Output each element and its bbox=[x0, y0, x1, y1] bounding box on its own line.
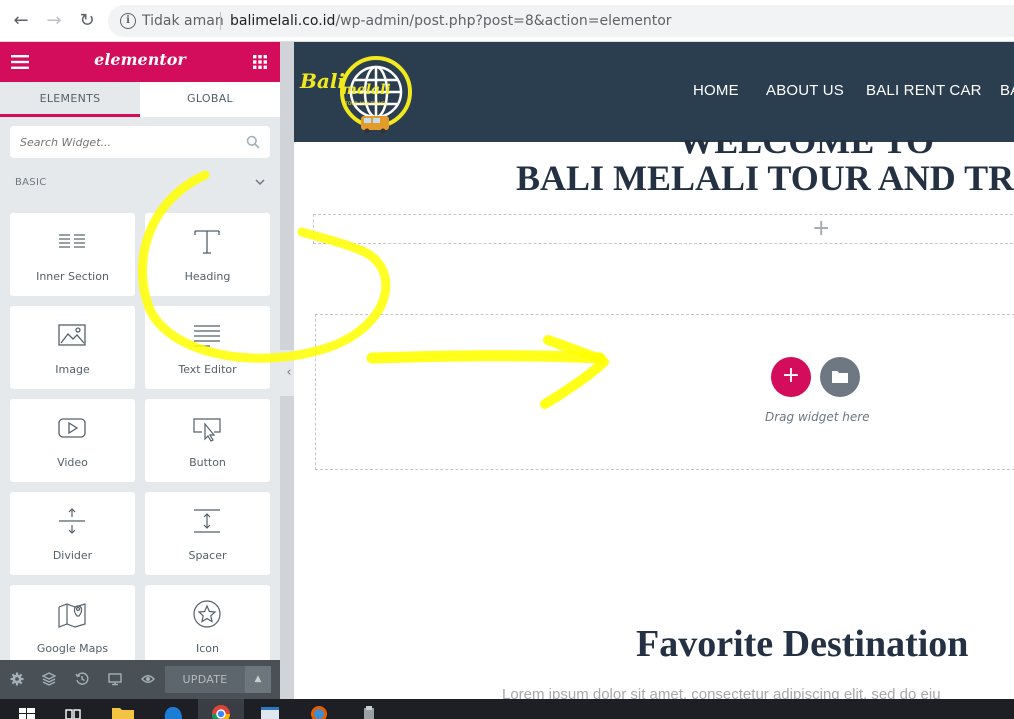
elementor-logo: elementor bbox=[94, 50, 186, 69]
menu-about-us[interactable]: ABOUT US bbox=[766, 82, 844, 99]
tab-elements[interactable]: ELEMENTS bbox=[0, 82, 140, 117]
widget-label: Button bbox=[189, 456, 226, 469]
file-explorer-icon[interactable] bbox=[112, 702, 134, 719]
tab-global[interactable]: GLOBAL bbox=[140, 82, 280, 117]
add-section-plus-icon[interactable]: + bbox=[812, 215, 830, 243]
empty-section-dropzone[interactable]: + Drag widget here bbox=[315, 314, 1014, 470]
site-header: Bali melali TOUR AND TRAVEL HOME ABOUT U… bbox=[294, 42, 1014, 142]
logo-text-bali: Bali bbox=[299, 69, 345, 93]
star-icon bbox=[193, 600, 221, 628]
widget-label: Text Editor bbox=[178, 363, 237, 376]
edge-browser-icon[interactable] bbox=[162, 702, 184, 719]
widget-spacer[interactable]: Spacer bbox=[145, 492, 270, 575]
app-window-icon[interactable] bbox=[259, 702, 281, 719]
spacer-icon bbox=[194, 509, 220, 533]
search-icon bbox=[246, 135, 260, 149]
widget-label: Image bbox=[55, 363, 90, 376]
info-icon[interactable]: i bbox=[120, 13, 136, 29]
settings-gear-icon[interactable] bbox=[10, 672, 24, 686]
history-icon[interactable] bbox=[75, 672, 89, 686]
add-template-button[interactable] bbox=[820, 357, 860, 397]
favorite-destination-heading: Favorite Destination bbox=[636, 623, 969, 665]
widget-image[interactable]: Image bbox=[10, 306, 135, 389]
inner-section-icon bbox=[59, 234, 85, 248]
widget-label: Inner Section bbox=[36, 270, 109, 283]
preview-eye-icon[interactable] bbox=[141, 672, 155, 686]
widget-text-editor[interactable]: Text Editor bbox=[145, 306, 270, 389]
grid-apps-icon[interactable] bbox=[253, 55, 267, 69]
chevron-down-icon bbox=[255, 179, 265, 186]
widget-label: Heading bbox=[184, 270, 231, 283]
widget-inner-section[interactable]: Inner Section bbox=[10, 213, 135, 296]
welcome-heading-line2: BALI MELALI TOUR AND TR bbox=[516, 158, 1014, 198]
widget-button[interactable]: Button bbox=[145, 399, 270, 482]
panel-header: elementor bbox=[0, 42, 280, 82]
panel-footer: UPDATE ▲ bbox=[0, 660, 280, 699]
lorem-paragraph: Lorem ipsum dolor sit amet, consectetur … bbox=[502, 686, 941, 699]
windows-start-icon[interactable] bbox=[16, 702, 38, 719]
task-view-icon[interactable] bbox=[62, 702, 84, 719]
widget-heading[interactable]: Heading bbox=[145, 213, 270, 296]
search-input[interactable] bbox=[10, 126, 230, 158]
widget-label: Video bbox=[57, 456, 88, 469]
app-tray-icon[interactable] bbox=[358, 702, 380, 719]
security-status[interactable]: Tidak aman bbox=[142, 13, 224, 29]
forward-arrow-icon[interactable]: → bbox=[44, 11, 64, 31]
layers-navigator-icon[interactable] bbox=[42, 672, 56, 686]
menu-home[interactable]: HOME bbox=[693, 82, 739, 99]
add-new-section-button[interactable]: + bbox=[771, 357, 811, 397]
widget-search bbox=[10, 126, 270, 158]
widget-google-maps[interactable]: Google Maps bbox=[10, 585, 135, 668]
button-icon bbox=[193, 418, 221, 442]
widget-label: Google Maps bbox=[36, 642, 109, 655]
video-icon bbox=[58, 418, 86, 438]
category-label: BASIC bbox=[15, 177, 47, 188]
folder-icon bbox=[832, 371, 848, 383]
elementor-panel: elementor ELEMENTS GLOBAL BASIC Inner Se… bbox=[0, 42, 280, 699]
url-path: /wp-admin/post.php?post=8&action=element… bbox=[335, 13, 672, 29]
menu-bali-rent-car[interactable]: BALI RENT CAR bbox=[866, 82, 982, 99]
firefox-icon[interactable] bbox=[308, 702, 330, 719]
back-arrow-icon[interactable]: ← bbox=[11, 11, 31, 31]
heading-icon bbox=[194, 230, 220, 254]
responsive-desktop-icon[interactable] bbox=[108, 672, 122, 686]
chrome-taskbar-active[interactable] bbox=[198, 699, 244, 719]
widget-label: Divider bbox=[52, 549, 93, 562]
widget-divider[interactable]: Divider bbox=[10, 492, 135, 575]
widget-label: Spacer bbox=[188, 549, 227, 562]
chrome-icon bbox=[212, 705, 230, 719]
add-section-placeholder: + bbox=[313, 214, 1014, 244]
url-domain: balimelali.co.id bbox=[230, 13, 336, 29]
address-separator bbox=[220, 12, 221, 30]
update-options-caret-icon[interactable]: ▲ bbox=[245, 666, 271, 693]
address-bar[interactable]: i Tidak aman balimelali.co.id/wp-admin/p… bbox=[108, 5, 1014, 37]
logo-text-tagline: TOUR AND TRAVEL bbox=[344, 101, 388, 107]
image-icon bbox=[58, 324, 86, 346]
category-header-basic[interactable]: BASIC bbox=[0, 168, 280, 198]
browser-toolbar: ← → ↻ i Tidak aman balimelali.co.id/wp-a… bbox=[0, 0, 1014, 42]
drag-widget-hint: Drag widget here bbox=[765, 410, 870, 424]
reload-icon[interactable]: ↻ bbox=[77, 11, 97, 31]
widget-label: Icon bbox=[196, 642, 219, 655]
update-button[interactable]: UPDATE bbox=[165, 666, 245, 693]
windows-taskbar bbox=[0, 699, 1014, 719]
widget-video[interactable]: Video bbox=[10, 399, 135, 482]
widget-icon[interactable]: Icon bbox=[145, 585, 270, 668]
panel-tabs: ELEMENTS GLOBAL bbox=[0, 82, 280, 117]
divider-icon bbox=[59, 508, 85, 534]
logo-text-melali: melali bbox=[342, 82, 391, 98]
page-preview: Bali melali TOUR AND TRAVEL HOME ABOUT U… bbox=[294, 42, 1014, 699]
bali-melali-logo: Bali melali TOUR AND TRAVEL bbox=[299, 56, 412, 134]
google-maps-icon bbox=[58, 603, 86, 628]
url-text[interactable]: balimelali.co.id/wp-admin/post.php?post=… bbox=[230, 13, 672, 29]
menu-item-truncated[interactable]: BA bbox=[1000, 82, 1014, 99]
text-editor-icon bbox=[194, 325, 220, 347]
